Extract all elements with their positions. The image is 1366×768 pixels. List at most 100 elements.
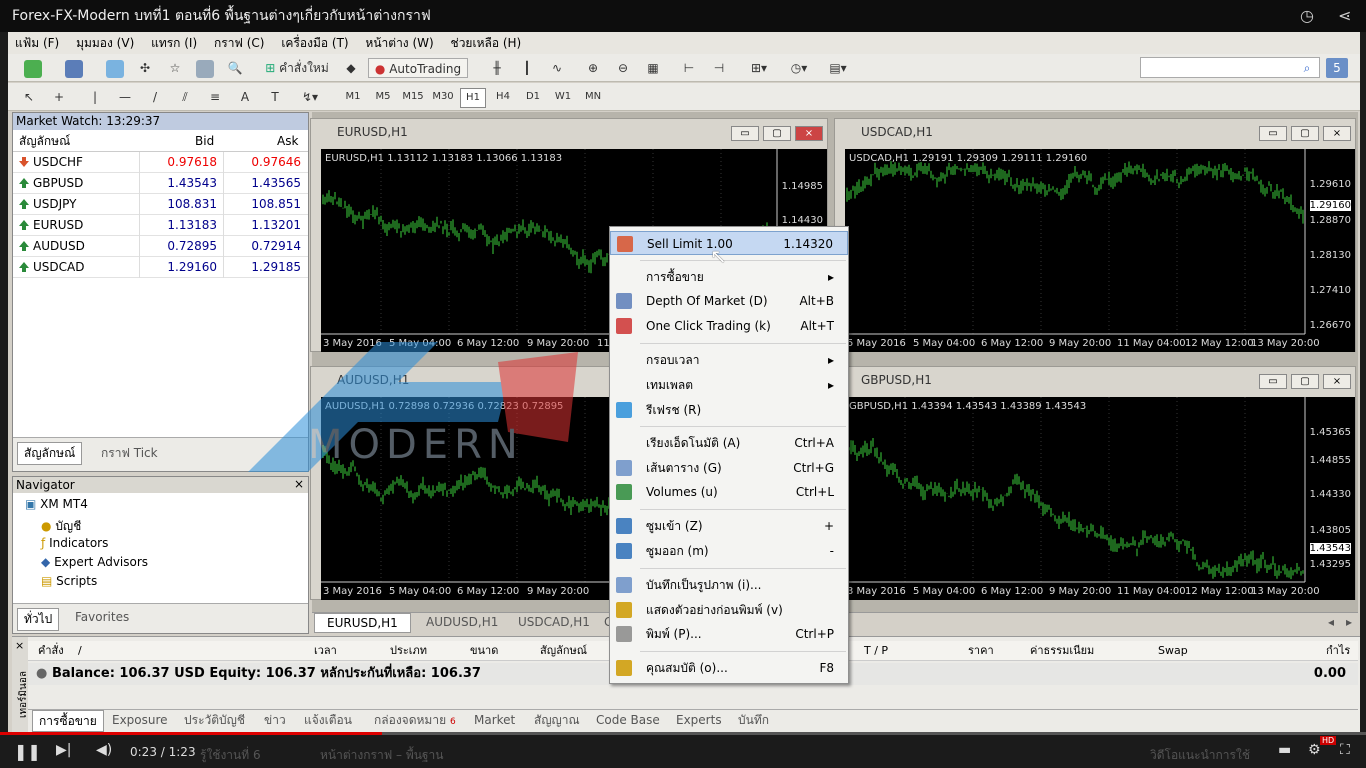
close-icon[interactable]: × [294, 477, 304, 491]
menu-item[interactable]: One Click Trading (k) Alt+T [610, 314, 848, 338]
menu-item[interactable]: Depth Of Market (D) Alt+B [610, 289, 848, 313]
data-window-icon[interactable]: ✣ [134, 58, 156, 78]
minimize-button[interactable]: ▭ [1259, 374, 1287, 389]
clock-icon[interactable]: ◷ [1300, 0, 1314, 32]
vertical-line-icon[interactable]: | [86, 87, 104, 107]
next-icon[interactable]: ▶| [56, 742, 71, 758]
navigator-root[interactable]: ▣ XM MT4 [25, 497, 88, 511]
market-watch-row[interactable]: AUDUSD 0.72895 0.72914 [13, 236, 308, 257]
minimize-button[interactable]: ▭ [731, 126, 759, 141]
market-watch-icon[interactable] [104, 58, 126, 78]
chart-tab-eurusd[interactable]: EURUSD,H1 [314, 613, 411, 633]
tab-experts[interactable]: Experts [676, 710, 722, 730]
tf-m15[interactable]: M15 [400, 88, 426, 106]
close-icon[interactable]: × [15, 639, 24, 652]
tab-symbols[interactable]: สัญลักษณ์ [17, 442, 83, 465]
menu-item[interactable]: การซื้อขาย ▸ [610, 265, 848, 289]
chart-window-gbpusd[interactable]: GBPUSD,H1 ▭ ▢ × GBPUSD,H1 1.43394 1.4354… [834, 366, 1356, 600]
menu-item[interactable]: เทมเพลต ▸ [610, 373, 848, 397]
col-time[interactable]: เวลา [314, 641, 337, 661]
fibonacci-icon[interactable]: ≡ [206, 87, 224, 107]
tf-m30[interactable]: M30 [430, 88, 456, 106]
watch-later-icon[interactable]: ▬ [1278, 742, 1291, 758]
candlestick-icon[interactable]: ┃ [516, 58, 538, 78]
trendline-icon[interactable]: / [146, 87, 164, 107]
col-profit[interactable]: กำไร [1326, 641, 1350, 661]
tab-account-history[interactable]: ประวัติบัญชี [184, 710, 245, 730]
strategy-tester-icon[interactable]: 🔍 [224, 58, 246, 78]
tf-h1[interactable]: H1 [460, 88, 486, 108]
tf-d1[interactable]: D1 [520, 88, 546, 106]
tf-w1[interactable]: W1 [550, 88, 576, 106]
nav-item-expert-advisors[interactable]: ◆ Expert Advisors [41, 555, 148, 569]
col-sort[interactable]: / [78, 641, 82, 661]
text-icon[interactable]: A [236, 87, 254, 107]
col-symbol[interactable]: สัญลักษณ์ [19, 130, 70, 152]
bar-chart-icon[interactable]: ╫ [486, 58, 508, 78]
periods-icon[interactable]: ◷▾ [784, 58, 814, 78]
templates-icon[interactable]: ▤▾ [822, 58, 854, 78]
menu-item[interactable]: ซูมออก (m) - [610, 539, 848, 563]
menu-window[interactable]: หน้าต่าง (W) [365, 32, 433, 54]
search-icon[interactable]: ⌕ [1298, 58, 1316, 78]
market-watch-row[interactable]: EURUSD 1.13183 1.13201 [13, 215, 308, 236]
scroll-left-icon[interactable]: ◂ [1328, 615, 1334, 629]
close-button[interactable]: × [795, 126, 823, 141]
chart-tab-usdcad[interactable]: USDCAD,H1 [508, 615, 600, 629]
market-watch-row[interactable]: GBPUSD 1.43543 1.43565 [13, 173, 308, 194]
menu-item[interactable]: กรอบเวลา ▸ [610, 348, 848, 372]
menu-item[interactable]: คุณสมบัติ (o)... F8 [610, 656, 848, 680]
col-symbol[interactable]: สัญลักษณ์ [540, 641, 587, 661]
tile-windows-icon[interactable]: ▦ [642, 58, 664, 78]
scroll-right-icon[interactable]: ▸ [1346, 615, 1352, 629]
settings-icon[interactable]: ⚙ [1308, 742, 1321, 758]
channel-icon[interactable]: ⫽ [176, 87, 194, 107]
maximize-button[interactable]: ▢ [1291, 374, 1319, 389]
close-button[interactable]: × [1323, 374, 1351, 389]
menu-item[interactable]: Volumes (u) Ctrl+L [610, 480, 848, 504]
nav-item-scripts[interactable]: ▤ Scripts [41, 574, 97, 588]
text-label-icon[interactable]: T [266, 87, 284, 107]
volume-icon[interactable]: ◀) [96, 742, 112, 758]
menu-view[interactable]: มุมมอง (V) [76, 32, 134, 54]
col-type[interactable]: ประเภท [390, 641, 427, 661]
tab-favorites[interactable]: Favorites [69, 609, 135, 625]
pause-icon[interactable]: ❚❚ [14, 742, 41, 761]
market-watch-row[interactable]: USDCAD 1.29160 1.29185 [13, 257, 308, 278]
new-order-button[interactable]: ⊞ คำสั่งใหม่ [260, 58, 334, 78]
autotrading-button[interactable]: ● AutoTrading [368, 58, 468, 78]
menu-item[interactable]: รีเฟรช (R) [610, 398, 848, 422]
chart-shift-icon[interactable]: ⊢ [678, 58, 700, 78]
tab-mailbox[interactable]: กล่องจดหมาย 6 [374, 710, 456, 732]
navigator-icon[interactable]: ☆ [164, 58, 186, 78]
signals-icon[interactable]: 5 [1326, 58, 1348, 78]
search-input[interactable] [1140, 57, 1320, 78]
close-button[interactable]: × [1323, 126, 1351, 141]
tab-alerts[interactable]: แจ้งเตือน [304, 710, 352, 730]
tf-h4[interactable]: H4 [490, 88, 516, 106]
col-order[interactable]: คำสั่ง [38, 641, 64, 661]
zoom-out-toolbar-icon[interactable]: ⊖ [612, 58, 634, 78]
menu-insert[interactable]: แทรก (I) [151, 32, 197, 54]
col-tp[interactable]: T / P [864, 641, 888, 661]
tab-exposure[interactable]: Exposure [112, 710, 168, 730]
menu-item[interactable]: พิมพ์ (P)... Ctrl+P [610, 622, 848, 646]
tab-code-base[interactable]: Code Base [596, 710, 660, 730]
menu-chart[interactable]: กราฟ (C) [214, 32, 265, 54]
menu-item[interactable]: Sell Limit 1.00 1.14320 [610, 231, 848, 255]
tab-market[interactable]: Market [474, 710, 515, 730]
fullscreen-icon[interactable]: ⛶ [1340, 742, 1350, 758]
tab-trade[interactable]: การซื้อขาย [32, 710, 104, 732]
nav-item-indicators[interactable]: ƒ Indicators [41, 536, 108, 550]
menu-item[interactable]: บันทึกเป็นรูปภาพ (i)... [610, 573, 848, 597]
tab-news[interactable]: ข่าว [264, 710, 286, 730]
minimize-button[interactable]: ▭ [1259, 126, 1287, 141]
menu-tools[interactable]: เครื่องมือ (T) [281, 32, 348, 54]
cursor-icon[interactable]: ↖ [20, 87, 38, 107]
maximize-button[interactable]: ▢ [763, 126, 791, 141]
terminal-icon[interactable] [194, 58, 216, 78]
col-price[interactable]: ราคา [968, 641, 994, 661]
maximize-button[interactable]: ▢ [1291, 126, 1319, 141]
col-ask[interactable]: Ask [277, 130, 298, 152]
chart-tab-audusd[interactable]: AUDUSD,H1 [416, 615, 508, 629]
